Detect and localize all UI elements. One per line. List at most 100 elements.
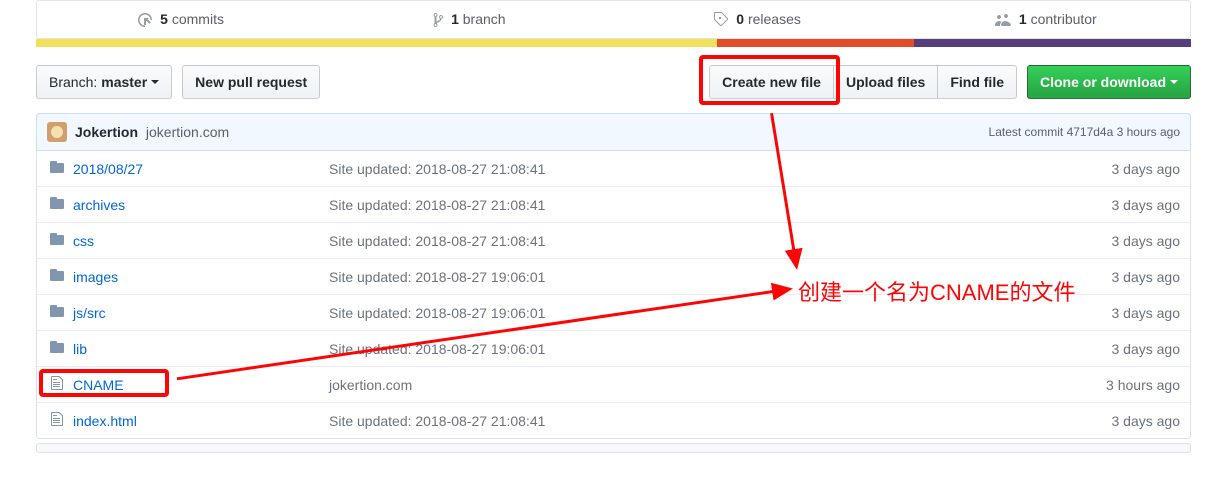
- file-row: CNAME jokertion.com 3 hours ago: [37, 366, 1190, 402]
- stat-releases[interactable]: 0 releases: [614, 1, 902, 38]
- file-commit-msg: Site updated: 2018-08-27 21:08:41: [329, 233, 1112, 249]
- file-row: images Site updated: 2018-08-27 19:06:01 3…: [37, 258, 1190, 294]
- file-link[interactable]: js/src: [73, 305, 106, 321]
- folder-icon: [47, 267, 67, 286]
- file-name-cell: lib: [73, 341, 329, 357]
- file-row: index.html Site updated: 2018-08-27 21:08…: [37, 402, 1190, 438]
- stat-releases-count: 0: [736, 11, 744, 27]
- lang-segment-css: [914, 39, 1191, 47]
- file-name-cell: CNAME: [73, 377, 329, 393]
- file-row: css Site updated: 2018-08-27 21:08:41 3 da…: [37, 222, 1190, 258]
- file-commit-msg: Site updated: 2018-08-27 21:08:41: [329, 197, 1112, 213]
- file-icon: [47, 411, 67, 430]
- file-link[interactable]: 2018/08/27: [73, 161, 143, 177]
- people-icon: [995, 12, 1011, 28]
- folder-icon: [47, 303, 67, 322]
- file-link[interactable]: CNAME: [73, 377, 124, 393]
- file-age: 3 days ago: [1112, 413, 1181, 429]
- lang-segment-html: [717, 39, 913, 47]
- file-commit-msg: Site updated: 2018-08-27 19:06:01: [329, 305, 1112, 321]
- file-commit-msg-link[interactable]: Site updated: 2018-08-27 21:08:41: [329, 197, 545, 213]
- file-commit-msg: Site updated: 2018-08-27 19:06:01: [329, 341, 1112, 357]
- file-toolbar: Branch: master New pull request Create n…: [36, 65, 1191, 99]
- branch-selector-button[interactable]: Branch: master: [36, 65, 172, 99]
- folder-icon: [47, 231, 67, 250]
- file-name-cell: archives: [73, 197, 329, 213]
- file-row: 2018/08/27 Site updated: 2018-08-27 21:08…: [37, 151, 1190, 186]
- file-row: lib Site updated: 2018-08-27 19:06:01 3 da…: [37, 330, 1190, 366]
- file-age: 3 days ago: [1112, 341, 1181, 357]
- bottom-band: [36, 443, 1191, 453]
- file-action-group: Create new file Upload files Find file: [709, 65, 1017, 99]
- avatar[interactable]: [47, 122, 67, 142]
- file-commit-msg: Site updated: 2018-08-27 21:08:41: [329, 413, 1112, 429]
- file-commit-msg: Site updated: 2018-08-27 21:08:41: [329, 161, 1112, 177]
- folder-icon: [47, 159, 67, 178]
- file-commit-msg-link[interactable]: Site updated: 2018-08-27 19:06:01: [329, 305, 545, 321]
- file-age: 3 days ago: [1112, 269, 1181, 285]
- stat-commits[interactable]: 5 commits: [37, 1, 325, 38]
- stat-branches[interactable]: 1 branch: [325, 1, 613, 38]
- stat-commits-count: 5: [160, 11, 168, 27]
- file-commit-msg: Site updated: 2018-08-27 19:06:01: [329, 269, 1112, 285]
- file-name-cell: js/src: [73, 305, 329, 321]
- clone-download-button[interactable]: Clone or download: [1027, 65, 1191, 99]
- latest-commit-bar: Jokertion jokertion.com Latest commit 47…: [36, 113, 1191, 151]
- language-color-strip[interactable]: [36, 39, 1191, 47]
- stat-contributors-count: 1: [1019, 11, 1027, 27]
- stat-contributors[interactable]: 1 contributor: [902, 1, 1190, 38]
- file-commit-msg-link[interactable]: Site updated: 2018-08-27 19:06:01: [329, 341, 545, 357]
- file-age: 3 days ago: [1112, 197, 1181, 213]
- chevron-down-icon: [1170, 80, 1178, 84]
- tag-icon: [714, 12, 728, 28]
- file-name-cell: 2018/08/27: [73, 161, 329, 177]
- file-commit-msg-link[interactable]: Site updated: 2018-08-27 19:06:01: [329, 269, 545, 285]
- commit-author-link[interactable]: Jokertion: [75, 124, 138, 140]
- commit-sha-link[interactable]: 4717d4a: [1067, 125, 1114, 139]
- file-commit-msg-link[interactable]: jokertion.com: [329, 377, 412, 393]
- stat-contributors-label: contributor: [1031, 11, 1097, 27]
- branch-name: master: [101, 72, 147, 92]
- stat-branches-count: 1: [451, 11, 459, 27]
- file-name-cell: css: [73, 233, 329, 249]
- file-commit-msg-link[interactable]: Site updated: 2018-08-27 21:08:41: [329, 161, 545, 177]
- latest-commit-label: Latest commit: [989, 125, 1067, 139]
- file-age: 3 hours ago: [1106, 377, 1180, 393]
- chevron-down-icon: [151, 80, 159, 84]
- folder-icon: [47, 195, 67, 214]
- file-row: js/src Site updated: 2018-08-27 19:06:01 3…: [37, 294, 1190, 330]
- repo-stats-bar: 5 commits 1 branch 0 releases 1 contribu…: [36, 0, 1191, 39]
- file-link[interactable]: archives: [73, 197, 125, 213]
- file-commit-msg-link[interactable]: Site updated: 2018-08-27 21:08:41: [329, 233, 545, 249]
- history-icon: [138, 12, 152, 28]
- find-file-button[interactable]: Find file: [937, 65, 1017, 99]
- branch-prefix: Branch:: [49, 72, 97, 92]
- file-list: 2018/08/27 Site updated: 2018-08-27 21:08…: [36, 151, 1191, 439]
- new-pull-request-button[interactable]: New pull request: [182, 65, 320, 99]
- file-age: 3 days ago: [1112, 161, 1181, 177]
- file-link[interactable]: css: [73, 233, 94, 249]
- file-name-cell: index.html: [73, 413, 329, 429]
- folder-icon: [47, 339, 67, 358]
- file-row: archives Site updated: 2018-08-27 21:08:4…: [37, 186, 1190, 222]
- branch-icon: [433, 12, 443, 28]
- stat-branches-label: branch: [463, 11, 506, 27]
- file-age: 3 days ago: [1112, 305, 1181, 321]
- lang-segment-js: [36, 39, 717, 47]
- create-new-file-button[interactable]: Create new file: [709, 65, 834, 99]
- file-name-cell: images: [73, 269, 329, 285]
- commit-message-link[interactable]: jokertion.com: [146, 124, 229, 140]
- file-link[interactable]: images: [73, 269, 118, 285]
- file-link[interactable]: index.html: [73, 413, 137, 429]
- upload-files-button[interactable]: Upload files: [833, 65, 938, 99]
- file-commit-msg-link[interactable]: Site updated: 2018-08-27 21:08:41: [329, 413, 545, 429]
- stat-releases-label: releases: [748, 11, 801, 27]
- file-link[interactable]: lib: [73, 341, 87, 357]
- commit-meta: Latest commit 4717d4a 3 hours ago: [989, 125, 1180, 139]
- file-commit-msg: jokertion.com: [329, 377, 1106, 393]
- stat-commits-label: commits: [172, 11, 224, 27]
- file-age: 3 days ago: [1112, 233, 1181, 249]
- file-icon: [47, 375, 67, 394]
- commit-time: 3 hours ago: [1113, 125, 1180, 139]
- clone-label: Clone or download: [1040, 72, 1166, 92]
